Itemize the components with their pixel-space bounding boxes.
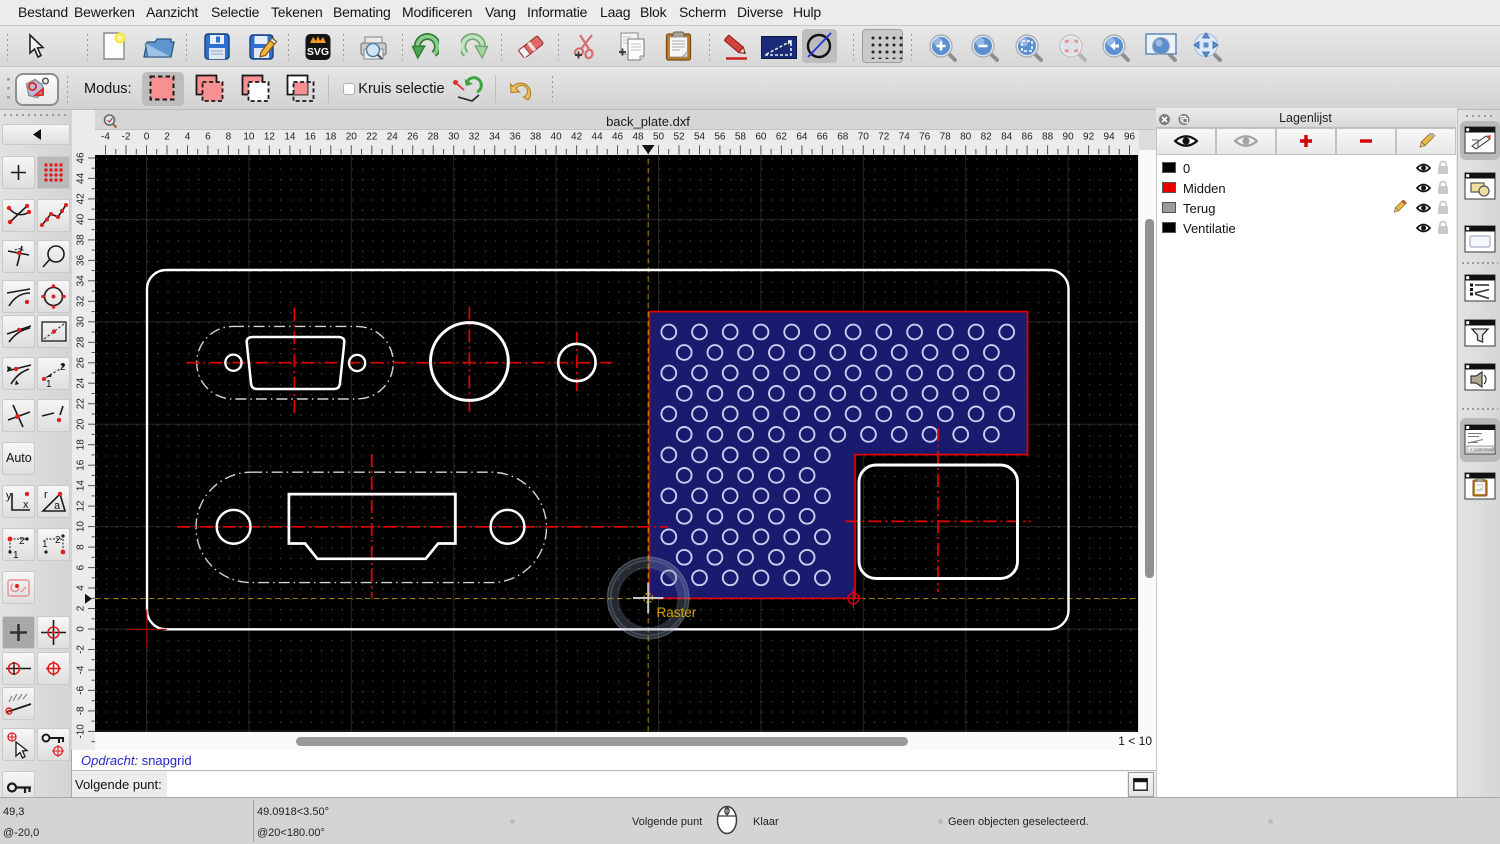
svg-text:10: 10 — [76, 521, 87, 533]
svg-text:66: 66 — [817, 132, 829, 143]
svg-text:92: 92 — [1083, 132, 1095, 143]
svg-text:46: 46 — [612, 132, 624, 143]
svg-text:18: 18 — [325, 132, 337, 143]
svg-text:Raster: Raster — [657, 605, 697, 620]
svg-text:38: 38 — [76, 234, 87, 246]
svg-text:54: 54 — [694, 132, 706, 143]
svg-text:58: 58 — [735, 132, 747, 143]
svg-text:-6: -6 — [76, 686, 87, 695]
svg-text:40: 40 — [76, 213, 87, 225]
svg-text:4: 4 — [76, 585, 87, 591]
svg-text:76: 76 — [919, 132, 931, 143]
svg-text:1: 1 — [13, 550, 19, 560]
svg-text:60: 60 — [755, 132, 767, 143]
svg-text:44: 44 — [76, 172, 87, 184]
svg-text:20: 20 — [346, 132, 358, 143]
svg-text:r: r — [44, 489, 48, 501]
svg-text:56: 56 — [714, 132, 726, 143]
svg-text:14: 14 — [76, 480, 87, 492]
svg-text:12: 12 — [264, 132, 276, 143]
svg-text:10: 10 — [243, 132, 255, 143]
svg-text:42: 42 — [76, 193, 87, 205]
svg-text:16: 16 — [76, 459, 87, 471]
svg-text:6: 6 — [205, 132, 211, 143]
svg-text:2: 2 — [55, 535, 61, 546]
svg-text:70: 70 — [858, 132, 870, 143]
svg-text:28: 28 — [428, 132, 440, 143]
svg-text:8: 8 — [76, 544, 87, 550]
svg-text:86: 86 — [1022, 132, 1034, 143]
svg-text:94: 94 — [1104, 132, 1116, 143]
svg-text:2: 2 — [164, 132, 170, 143]
svg-text:30: 30 — [448, 132, 460, 143]
svg-text:62: 62 — [776, 132, 788, 143]
svg-text:20: 20 — [76, 418, 87, 430]
svg-text:24: 24 — [76, 377, 87, 389]
svg-text:0: 0 — [144, 132, 150, 143]
svg-text:-4: -4 — [101, 132, 110, 143]
svg-text:22: 22 — [366, 132, 378, 143]
svg-text:1: 1 — [42, 539, 48, 550]
svg-text:30: 30 — [76, 316, 87, 328]
svg-text:14: 14 — [284, 132, 296, 143]
svg-text:74: 74 — [899, 132, 911, 143]
svg-text:68: 68 — [837, 132, 849, 143]
svg-text:0: 0 — [76, 626, 87, 632]
svg-text:-2: -2 — [76, 645, 87, 654]
svg-text:y: y — [6, 490, 12, 502]
svg-text:32: 32 — [469, 132, 481, 143]
svg-text:46: 46 — [76, 152, 87, 164]
svg-text:-4: -4 — [76, 665, 87, 674]
svg-text:12: 12 — [76, 500, 87, 512]
svg-text:34: 34 — [489, 132, 501, 143]
svg-text:42: 42 — [571, 132, 583, 143]
svg-text:44: 44 — [592, 132, 604, 143]
svg-text:72: 72 — [878, 132, 890, 143]
svg-text:-10: -10 — [76, 724, 87, 739]
svg-text:2: 2 — [76, 605, 87, 611]
svg-text:52: 52 — [673, 132, 685, 143]
svg-text:50: 50 — [653, 132, 665, 143]
svg-text:-2: -2 — [122, 132, 131, 143]
svg-text:34: 34 — [76, 275, 87, 287]
svg-text:64: 64 — [796, 132, 808, 143]
svg-text:26: 26 — [407, 132, 419, 143]
svg-text:38: 38 — [530, 132, 542, 143]
svg-text:88: 88 — [1042, 132, 1054, 143]
svg-text:28: 28 — [76, 336, 87, 348]
svg-text:x: x — [23, 499, 29, 511]
svg-text:48: 48 — [632, 132, 644, 143]
svg-text:6: 6 — [76, 564, 87, 570]
svg-text:26: 26 — [76, 357, 87, 369]
svg-text:82: 82 — [981, 132, 993, 143]
svg-text:2: 2 — [60, 362, 66, 373]
svg-text:1: 1 — [46, 379, 52, 389]
svg-text:96: 96 — [1124, 132, 1136, 143]
svg-text:36: 36 — [76, 254, 87, 266]
svg-text:a: a — [54, 500, 61, 512]
svg-text:4: 4 — [185, 132, 191, 143]
svg-text:32: 32 — [76, 295, 87, 307]
svg-text:84: 84 — [1001, 132, 1013, 143]
svg-text:8: 8 — [226, 132, 232, 143]
svg-text:40: 40 — [551, 132, 563, 143]
svg-text:78: 78 — [940, 132, 952, 143]
svg-text:2: 2 — [19, 536, 25, 547]
svg-text:36: 36 — [510, 132, 522, 143]
svg-text:-8: -8 — [76, 706, 87, 715]
svg-text:< command: < command — [1470, 447, 1494, 452]
svg-text:SVG: SVG — [307, 46, 329, 58]
svg-text:16: 16 — [305, 132, 317, 143]
svg-text:22: 22 — [76, 398, 87, 410]
svg-text:90: 90 — [1063, 132, 1075, 143]
svg-text:24: 24 — [387, 132, 399, 143]
svg-text:80: 80 — [960, 132, 972, 143]
svg-text:18: 18 — [76, 439, 87, 451]
